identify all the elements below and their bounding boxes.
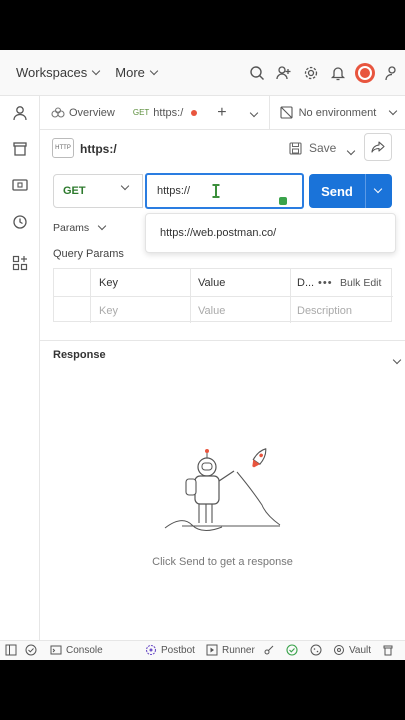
- save-icon: [289, 141, 302, 155]
- send-button[interactable]: Send: [309, 174, 392, 208]
- tab-params[interactable]: Params: [53, 221, 107, 234]
- console-button[interactable]: Console: [50, 644, 103, 656]
- bell-icon[interactable]: [324, 60, 351, 87]
- tab-method-badge: GET: [132, 108, 150, 117]
- key-input[interactable]: Key: [99, 297, 118, 324]
- empty-response-message: Click Send to get a response: [152, 556, 293, 568]
- tab-overview-label: Overview: [69, 106, 115, 119]
- online-status-icon[interactable]: [25, 644, 41, 656]
- chevron-down-icon: [97, 221, 107, 231]
- table-header-row: Key Value D... ••• Bulk Edit: [54, 269, 393, 296]
- postman-app: Workspaces More Overview GET https:/ + N…: [0, 50, 405, 660]
- url-suggestion-item[interactable]: https://web.postman.co/: [145, 213, 396, 253]
- runner-button[interactable]: Runner: [206, 644, 255, 656]
- trash-icon[interactable]: [382, 644, 398, 656]
- share-button[interactable]: [364, 133, 392, 161]
- text-cursor-icon: [211, 184, 221, 198]
- user-icon[interactable]: [378, 60, 405, 87]
- more-menu[interactable]: More: [115, 65, 159, 80]
- tab-request[interactable]: GET https:/: [132, 96, 198, 130]
- send-label: Send: [321, 183, 353, 199]
- gear-icon[interactable]: [297, 60, 324, 87]
- save-label: Save: [309, 141, 337, 155]
- send-options-chevron-icon[interactable]: [373, 184, 383, 194]
- save-options-chevron-icon[interactable]: [342, 141, 356, 159]
- more-label: More: [115, 65, 145, 80]
- chevron-down-icon: [149, 66, 159, 75]
- chevron-down-icon: [92, 66, 101, 75]
- divider: [40, 340, 405, 341]
- avatar[interactable]: [351, 60, 378, 87]
- history-icon[interactable]: [11, 213, 29, 231]
- column-header-description: D...: [297, 276, 315, 289]
- monitor-icon[interactable]: [11, 177, 29, 195]
- postbot-button[interactable]: Postbot: [145, 644, 195, 656]
- http-icon: HTTP: [52, 138, 74, 158]
- response-collapse-chevron-icon[interactable]: [388, 350, 402, 368]
- header-icons: [243, 50, 405, 96]
- chevron-down-icon: [120, 181, 130, 191]
- add-user-icon[interactable]: [270, 60, 297, 87]
- description-input[interactable]: Description: [297, 297, 352, 324]
- request-tab-bar: Overview GET https:/ + No environment: [40, 95, 405, 130]
- params-tab-label: Params: [53, 222, 90, 234]
- cookie-icon[interactable]: [310, 644, 326, 656]
- column-header-key: Key: [99, 276, 118, 289]
- check-circle-icon[interactable]: [286, 644, 302, 656]
- divider: [365, 174, 366, 208]
- value-input[interactable]: Value: [198, 297, 225, 324]
- postbot-label: Postbot: [161, 644, 195, 656]
- method-value: GET: [63, 185, 86, 197]
- request-title[interactable]: https:/: [80, 142, 117, 156]
- status-bar: Console Postbot Runner Vault: [0, 640, 405, 660]
- url-suggestion-text: https://web.postman.co/: [160, 227, 277, 239]
- divider: [268, 95, 270, 130]
- column-header-value: Value: [198, 276, 226, 289]
- tab-overview[interactable]: Overview: [51, 96, 115, 130]
- workspaces-menu[interactable]: Workspaces: [16, 65, 101, 80]
- capture-icon[interactable]: [263, 644, 279, 656]
- runner-label: Runner: [222, 644, 255, 656]
- query-params-table: Key Value D... ••• Bulk Edit Key Value D…: [53, 268, 393, 323]
- overview-icon: [51, 106, 65, 118]
- method-select[interactable]: GET: [53, 174, 143, 208]
- vault-button[interactable]: Vault: [333, 644, 371, 656]
- left-sidebar: [0, 96, 40, 640]
- save-button[interactable]: Save: [289, 136, 336, 160]
- tab-request-label: https:/: [153, 106, 184, 119]
- chevron-down-icon: [389, 106, 398, 115]
- search-icon[interactable]: [243, 60, 270, 87]
- more-options-icon[interactable]: •••: [318, 277, 333, 289]
- trash-icon[interactable]: [11, 140, 29, 158]
- vault-label: Vault: [349, 644, 372, 656]
- top-header: Workspaces More: [0, 50, 405, 96]
- share-icon: [371, 141, 385, 153]
- apps-grid-icon[interactable]: [11, 254, 29, 272]
- environment-label: No environment: [298, 106, 377, 119]
- user-icon[interactable]: [11, 104, 29, 122]
- environment-selector[interactable]: No environment: [280, 106, 398, 119]
- response-title: Response: [53, 349, 106, 361]
- sidebar-toggle-icon[interactable]: [5, 644, 21, 656]
- astronaut-rocket-illustration: [162, 445, 282, 540]
- unsaved-dot: [191, 109, 198, 116]
- table-row: Key Value Description: [54, 296, 393, 323]
- new-tab-plus-icon[interactable]: +: [217, 104, 226, 122]
- query-params-title: Query Params: [53, 248, 124, 260]
- tabs-chevron-down-icon[interactable]: [245, 107, 258, 119]
- no-environment-icon: [280, 106, 293, 119]
- workspaces-label: Workspaces: [16, 65, 88, 80]
- status-indicator: [279, 197, 287, 205]
- bulk-edit-button[interactable]: Bulk Edit: [340, 277, 381, 289]
- console-label: Console: [66, 644, 103, 656]
